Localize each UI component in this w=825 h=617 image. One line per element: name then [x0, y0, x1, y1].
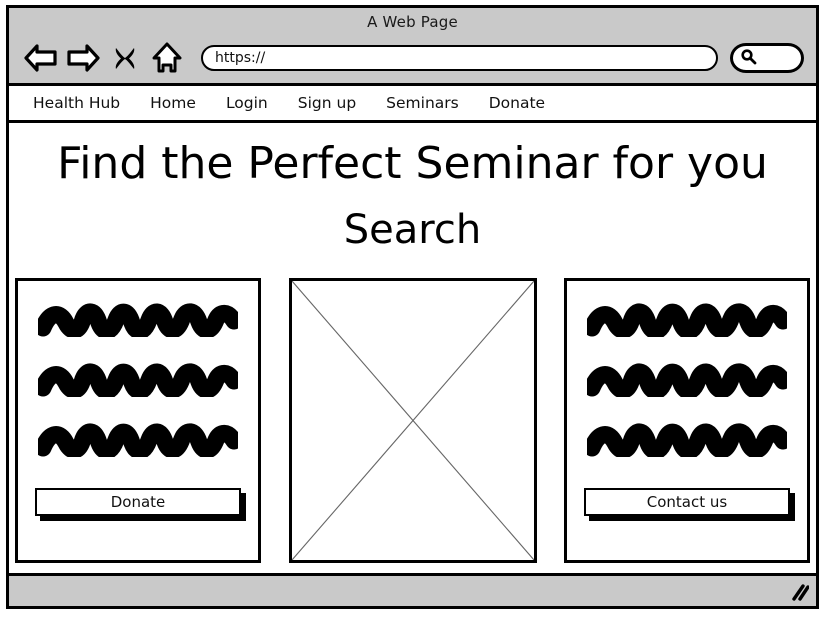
site-nav-item-seminars[interactable]: Seminars: [386, 94, 459, 112]
page-subheading: Search: [343, 207, 482, 254]
browser-toolbar: https://: [9, 36, 816, 80]
scribble-placeholder-line: [38, 303, 238, 337]
center-image-placeholder[interactable]: [288, 278, 537, 563]
site-navigation: Health Hub Home Login Sign up Seminars D…: [9, 86, 816, 123]
close-x-icon[interactable]: [107, 41, 143, 75]
image-placeholder-x-icon: [292, 281, 534, 560]
scribble-placeholder-line: [38, 363, 238, 397]
scribble-placeholder-line: [587, 423, 787, 457]
page-headline: Find the Perfect Seminar for you: [57, 138, 768, 189]
site-nav-item-sign-up[interactable]: Sign up: [298, 94, 356, 112]
site-nav-item-donate[interactable]: Donate: [489, 94, 545, 112]
scribble-placeholder-line: [38, 423, 238, 457]
panel-row: Donate Contact us: [15, 278, 810, 563]
donate-button-label: Donate: [110, 493, 166, 511]
donate-button[interactable]: Donate: [35, 488, 241, 516]
url-text: https://: [215, 50, 266, 66]
browser-search-box[interactable]: [730, 43, 804, 73]
site-nav-item-home[interactable]: Home: [150, 94, 196, 112]
scribble-placeholder-line: [587, 363, 787, 397]
forward-arrow-icon[interactable]: [65, 41, 101, 75]
search-icon: [740, 48, 757, 69]
back-arrow-icon[interactable]: [23, 41, 59, 75]
window-title: A Web Page: [367, 13, 458, 31]
resize-grip-icon[interactable]: [789, 582, 810, 602]
contact-us-button[interactable]: Contact us: [584, 488, 790, 516]
site-nav-item-health-hub[interactable]: Health Hub: [33, 94, 120, 112]
right-panel: Contact us: [564, 278, 810, 563]
page-content: Find the Perfect Seminar for you Search …: [9, 123, 816, 573]
url-bar[interactable]: https://: [201, 45, 718, 71]
home-icon[interactable]: [149, 41, 185, 75]
site-nav-item-login[interactable]: Login: [226, 94, 268, 112]
contact-us-button-label: Contact us: [646, 493, 728, 511]
scribble-placeholder-line: [587, 303, 787, 337]
left-panel: Donate: [15, 278, 261, 563]
browser-chrome: A Web Page https://: [9, 8, 816, 86]
status-bar: [9, 573, 816, 606]
browser-window: A Web Page https:// Health Hub Home Logi…: [6, 5, 819, 609]
